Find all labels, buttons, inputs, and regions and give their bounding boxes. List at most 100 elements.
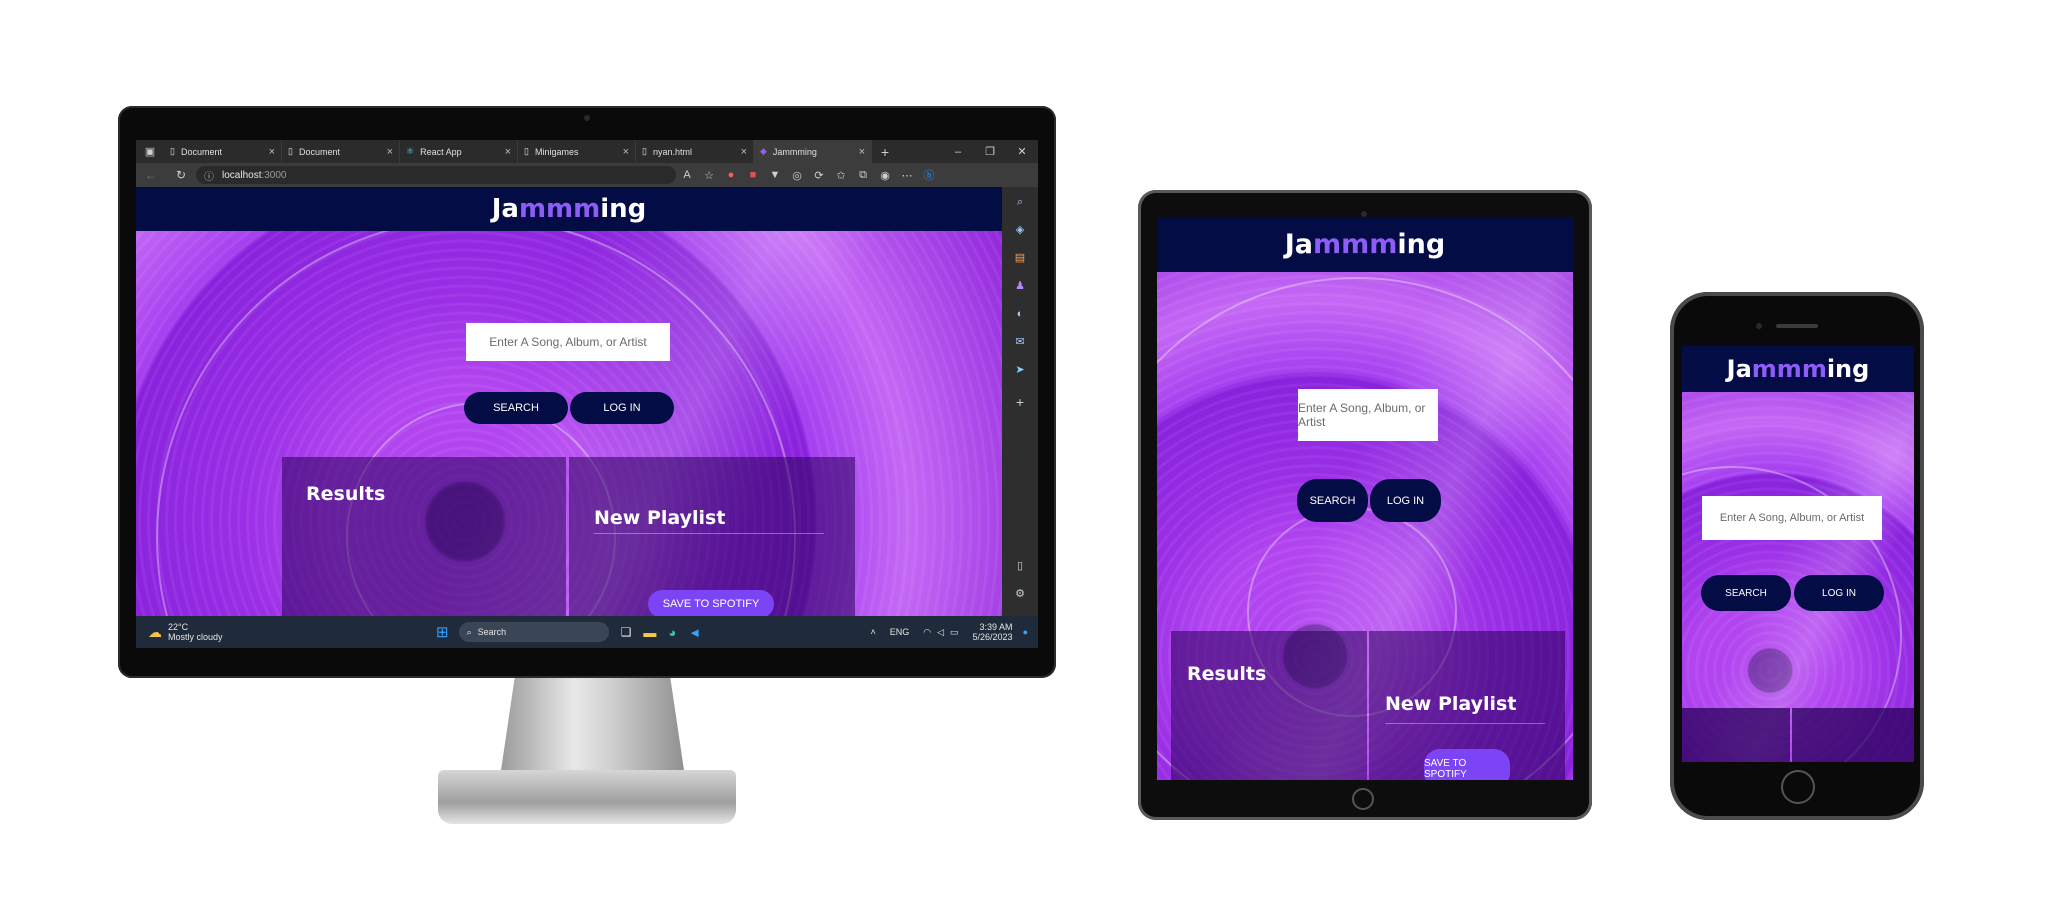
refresh-icon[interactable]: ↻ [166, 168, 196, 182]
search-icon[interactable]: ⌕ [1011, 193, 1029, 211]
hero-sheen [1682, 346, 1914, 762]
document-icon: ▯ [642, 146, 647, 156]
games-icon[interactable]: ♟ [1011, 277, 1029, 295]
tab-react-app[interactable]: ⚛ React App × [400, 140, 518, 163]
shopping-tag-icon[interactable]: ◈ [1011, 221, 1029, 239]
close-tab-icon[interactable]: × [269, 146, 275, 158]
outlook-icon[interactable]: ✉ [1011, 333, 1029, 351]
tab-document-1[interactable]: ▯ Document × [164, 140, 282, 163]
app-logo: Jammming [1726, 355, 1870, 383]
minimize-icon[interactable]: – [942, 146, 974, 158]
monitor-camera [584, 115, 590, 121]
extension-square-icon[interactable]: ■ [742, 169, 764, 181]
notification-icon[interactable]: ● [1023, 627, 1028, 637]
monitor-stand-neck [500, 677, 685, 777]
results-panel [1171, 631, 1367, 780]
bing-chat-icon[interactable]: ⓑ [918, 167, 940, 183]
browser-sidebar: ⌕ ◈ ▤ ♟ ◐ ✉ ➤ + ▯ ⚙ [1002, 187, 1038, 616]
save-to-spotify-button[interactable]: SAVE TO SPOTIFY [648, 590, 774, 616]
close-tab-icon[interactable]: × [859, 146, 865, 158]
results-title: Results [306, 483, 386, 505]
search-button[interactable]: SEARCH [1297, 479, 1368, 522]
file-explorer-icon[interactable]: ▬ [643, 625, 656, 640]
taskbar-search[interactable]: ⌕ Search [458, 622, 609, 642]
phone-speaker [1776, 324, 1818, 328]
volume-icon[interactable]: ◁ [937, 627, 944, 638]
react-icon: ⚛ [406, 146, 415, 156]
tablet-home-button [1352, 788, 1374, 810]
results-panel [1682, 708, 1790, 762]
login-button[interactable]: LOG IN [570, 392, 674, 424]
language-indicator[interactable]: ENG [890, 627, 910, 637]
close-tab-icon[interactable]: × [387, 146, 393, 158]
send-icon[interactable]: ➤ [1011, 361, 1029, 379]
microsoft-365-icon[interactable]: ◐ [1011, 305, 1029, 323]
playlist-title[interactable]: New Playlist [1385, 693, 1516, 715]
read-aloud-icon[interactable]: A [676, 169, 698, 181]
save-to-spotify-button[interactable]: SAVE TO SPOTIFY [1424, 749, 1510, 780]
new-tab-icon[interactable]: + [872, 144, 898, 160]
playlist-title-underline [1385, 723, 1545, 724]
profile-avatar-icon[interactable]: ◉ [874, 169, 896, 182]
favorites-icon[interactable]: ✩ [830, 169, 852, 182]
login-button[interactable]: LOG IN [1794, 575, 1884, 611]
phone-camera [1756, 323, 1762, 329]
search-button[interactable]: SEARCH [1701, 575, 1791, 611]
extension-red-icon[interactable]: ● [720, 169, 742, 181]
battery-icon[interactable]: ▭ [950, 627, 959, 638]
login-button[interactable]: LOG IN [1370, 479, 1441, 522]
monitor-stand-base [438, 770, 736, 824]
phone-home-button [1781, 770, 1815, 804]
app-logo: Jammming [1284, 229, 1446, 260]
weather-widget[interactable]: ☁ 22°C Mostly cloudy [136, 622, 436, 642]
clock[interactable]: 3:39 AM 5/26/2023 [973, 622, 1013, 642]
task-view-icon[interactable]: ❏ [621, 625, 632, 639]
app-icon: ◆ [760, 146, 767, 156]
extension-v-icon[interactable]: ▼ [764, 169, 786, 181]
tab-actions-icon[interactable]: ▣ [136, 145, 164, 158]
playlist-title-underline [594, 533, 824, 534]
search-icon: ⌕ [466, 626, 472, 637]
close-tab-icon[interactable]: × [741, 146, 747, 158]
results-title: Results [1187, 663, 1267, 685]
app-header: Jammming [1682, 346, 1914, 392]
close-tab-icon[interactable]: × [623, 146, 629, 158]
tab-minigames[interactable]: ▯ Minigames × [518, 140, 636, 163]
tools-icon[interactable]: ▤ [1011, 249, 1029, 267]
url-field[interactable]: ⓘ localhost:3000 [196, 166, 676, 184]
sidebar-layout-icon[interactable]: ▯ [1011, 557, 1029, 575]
settings-gear-icon[interactable]: ⚙ [1011, 585, 1029, 603]
vscode-icon[interactable]: ◄ [688, 625, 701, 640]
playlist-title[interactable]: New Playlist [594, 507, 725, 529]
monitor-screen: ▣ ▯ Document × ▯ Document × ⚛ React App … [136, 140, 1038, 648]
browser-address-bar: ← ↻ ⓘ localhost:3000 A ☆ ● ■ ▼ ◎ ⟳ ✩ ⧉ ◉… [136, 163, 1038, 187]
restore-icon[interactable]: ❐ [974, 145, 1006, 158]
more-menu-icon[interactable]: ⋯ [896, 169, 918, 182]
back-icon[interactable]: ← [136, 168, 166, 182]
document-icon: ▯ [170, 146, 175, 156]
add-sidebar-icon[interactable]: + [1011, 393, 1029, 411]
web-viewport: Jammming Enter A Song, Album, or Artist … [136, 187, 1002, 616]
cloud-icon: ☁ [148, 623, 162, 640]
favorite-add-icon[interactable]: ☆ [698, 169, 720, 182]
windows-start-icon[interactable]: ⊞ [436, 623, 449, 641]
edge-browser-icon[interactable]: ◕ [668, 625, 676, 640]
results-panel [282, 457, 566, 616]
close-tab-icon[interactable]: × [505, 146, 511, 158]
extension-reload-icon[interactable]: ⟳ [808, 169, 830, 182]
search-input[interactable]: Enter A Song, Album, or Artist [466, 323, 670, 361]
wifi-icon[interactable]: ◠ [923, 627, 931, 638]
search-button[interactable]: SEARCH [464, 392, 568, 424]
search-input[interactable]: Enter A Song, Album, or Artist [1298, 389, 1438, 441]
collections-icon[interactable]: ⧉ [852, 169, 874, 182]
close-window-icon[interactable]: ✕ [1006, 145, 1038, 158]
extension-circle-icon[interactable]: ◎ [786, 169, 808, 182]
app-header: Jammming [136, 187, 1002, 231]
phone-screen: Jammming Enter A Song, Album, or Artist … [1682, 346, 1914, 762]
chevron-up-icon[interactable]: ˄ [870, 627, 875, 637]
tab-jammming[interactable]: ◆ Jammming × [754, 140, 872, 163]
tab-document-2[interactable]: ▯ Document × [282, 140, 400, 163]
search-input[interactable]: Enter A Song, Album, or Artist [1702, 496, 1882, 540]
windows-taskbar: ☁ 22°C Mostly cloudy ⊞ ⌕ Search ❏ ▬ ◕ ◄ … [136, 616, 1038, 648]
tab-nyan[interactable]: ▯ nyan.html × [636, 140, 754, 163]
